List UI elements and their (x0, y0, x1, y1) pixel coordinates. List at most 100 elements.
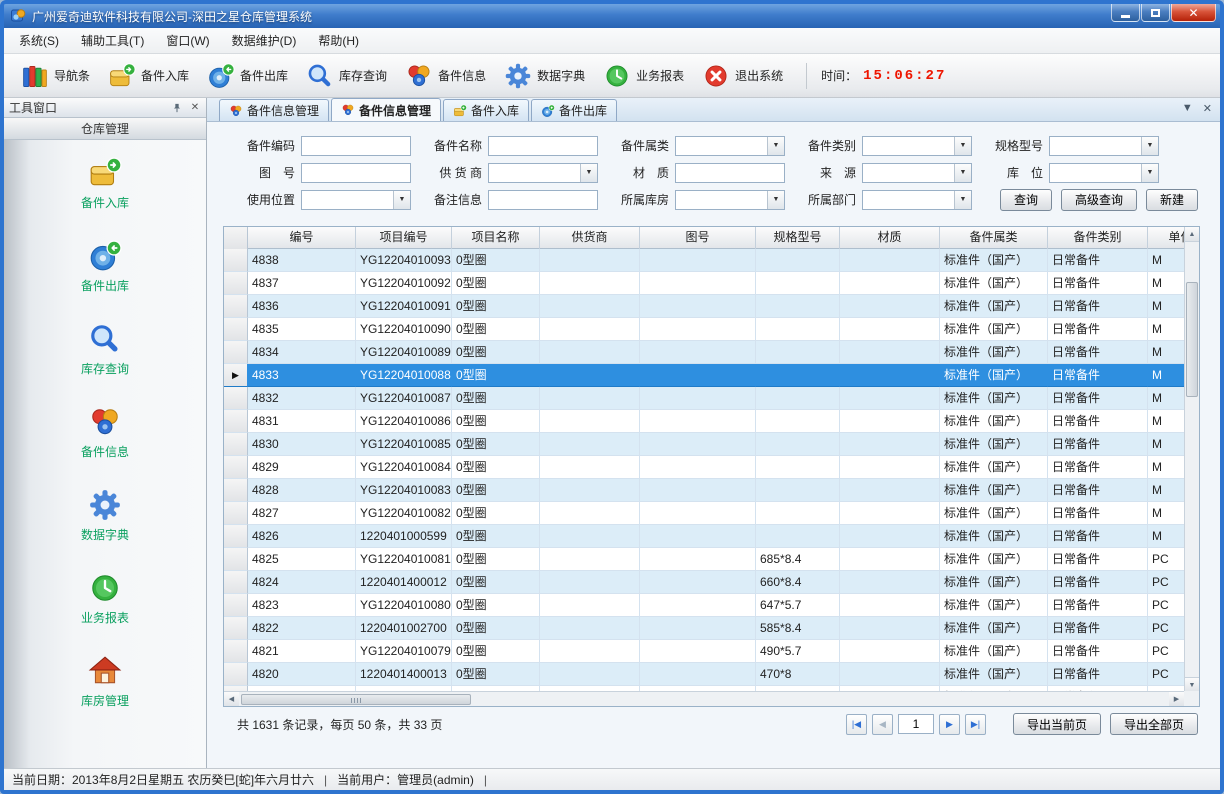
tab-3[interactable]: 备件出库 (531, 99, 617, 121)
parts-out-button[interactable]: 备件出库 (198, 58, 297, 94)
table-row[interactable]: 4821YG122040100790型圈490*5.7标准件（国产）日常备件PC (224, 640, 1184, 663)
horizontal-scrollbar[interactable]: ◀ ▶ (224, 691, 1184, 706)
scrollbar-down-icon[interactable]: ▼ (1185, 677, 1199, 692)
table-row[interactable]: 4831YG122040100860型圈标准件（国产）日常备件M (224, 410, 1184, 433)
table-row[interactable]: 482412204014000120型圈660*8.4标准件（国产）日常备件PC (224, 571, 1184, 594)
chevron-down-icon[interactable]: ▼ (954, 137, 971, 155)
chevron-down-icon[interactable]: ▼ (767, 191, 784, 209)
tab-0[interactable]: 备件信息管理 (219, 99, 329, 121)
chevron-down-icon[interactable]: ▼ (954, 191, 971, 209)
warehouse-field[interactable]: ▼ (675, 190, 785, 210)
menu-system[interactable]: 系统(S) (8, 28, 70, 53)
menu-data-maintenance[interactable]: 数据维护(D) (221, 28, 308, 53)
table-row[interactable]: 4834YG122040100890型圈标准件（国产）日常备件M (224, 341, 1184, 364)
tab-1[interactable]: 备件信息管理 (331, 98, 441, 121)
table-row[interactable]: 4835YG122040100900型圈标准件（国产）日常备件M (224, 318, 1184, 341)
advanced-query-button[interactable]: 高级查询 (1061, 189, 1137, 211)
sidebar-close-icon[interactable]: ✕ (189, 102, 201, 114)
sidebar-item-report[interactable]: 业务报表 (81, 571, 129, 626)
chevron-down-icon[interactable]: ▼ (580, 164, 597, 182)
column-header[interactable]: 单位 (1148, 227, 1184, 249)
column-header[interactable]: 编号 (248, 227, 356, 249)
parts-info-button[interactable]: 备件信息 (396, 58, 495, 94)
table-row[interactable]: 482012204014000130型圈470*8标准件（国产）日常备件PC (224, 663, 1184, 686)
column-header[interactable]: 项目编号 (356, 227, 452, 249)
scrollbar-right-icon[interactable]: ▶ (1169, 692, 1184, 706)
column-header[interactable]: 供货商 (540, 227, 640, 249)
page-number-input[interactable] (898, 714, 934, 734)
minimize-button[interactable] (1111, 4, 1140, 22)
column-header[interactable]: 项目名称 (452, 227, 540, 249)
next-page-button[interactable]: ▶ (939, 714, 960, 735)
column-header[interactable]: 备件属类 (940, 227, 1048, 249)
chevron-down-icon[interactable]: ▼ (954, 164, 971, 182)
chevron-down-icon[interactable]: ▼ (393, 191, 410, 209)
part-name-field[interactable] (488, 136, 598, 156)
column-header[interactable]: 材质 (840, 227, 940, 249)
new-button[interactable]: 新建 (1146, 189, 1198, 211)
vertical-scrollbar[interactable]: ▲ ▼ (1184, 227, 1199, 692)
sidebar-item-warehouse[interactable]: 库房管理 (81, 654, 129, 709)
supplier-field[interactable]: ▼ (488, 163, 598, 183)
prev-page-button[interactable]: ◀ (872, 714, 893, 735)
part-category-field[interactable]: ▼ (675, 136, 785, 156)
table-row[interactable]: 4823YG122040100800型圈647*5.7标准件（国产）日常备件PC (224, 594, 1184, 617)
sidebar-item-parts-info[interactable]: 备件信息 (81, 405, 129, 460)
column-header[interactable]: 规格型号 (756, 227, 840, 249)
navbar-button[interactable]: 导航条 (12, 58, 99, 94)
spec-model-field[interactable]: ▼ (1049, 136, 1159, 156)
data-dict-button[interactable]: 数据字典 (495, 58, 594, 94)
drawing-no-field[interactable] (301, 163, 411, 183)
stock-query-button[interactable]: 库存查询 (297, 58, 396, 94)
menu-help[interactable]: 帮助(H) (307, 28, 370, 53)
department-field[interactable]: ▼ (862, 190, 972, 210)
pin-icon[interactable] (171, 102, 183, 114)
table-row[interactable]: 4828YG122040100830型圈标准件（国产）日常备件M (224, 479, 1184, 502)
export-current-page-button[interactable]: 导出当前页 (1013, 713, 1101, 735)
sidebar-item-stock-query[interactable]: 库存查询 (81, 322, 129, 377)
vertical-scroll-thumb[interactable] (1186, 282, 1198, 397)
sidebar-item-parts-out[interactable]: 备件出库 (81, 239, 129, 294)
sidebar-item-parts-in[interactable]: 备件入库 (81, 156, 129, 211)
close-button[interactable]: ✕ (1171, 4, 1216, 22)
table-row[interactable]: 4837YG122040100920型圈标准件（国产）日常备件M (224, 272, 1184, 295)
table-row[interactable]: 4827YG122040100820型圈标准件（国产）日常备件M (224, 502, 1184, 525)
table-row[interactable]: 4836YG122040100910型圈标准件（国产）日常备件M (224, 295, 1184, 318)
table-row[interactable]: 4825YG122040100810型圈685*8.4标准件（国产）日常备件PC (224, 548, 1184, 571)
maximize-button[interactable] (1141, 4, 1170, 22)
scrollbar-up-icon[interactable]: ▲ (1185, 227, 1199, 242)
scrollbar-left-icon[interactable]: ◀ (224, 692, 239, 706)
report-button[interactable]: 业务报表 (594, 58, 693, 94)
chevron-down-icon[interactable]: ▼ (1141, 164, 1158, 182)
exit-button[interactable]: 退出系统 (693, 58, 792, 94)
table-row[interactable]: 482212204010027000型圈585*8.4标准件（国产）日常备件PC (224, 617, 1184, 640)
table-row[interactable]: 4829YG122040100840型圈标准件（国产）日常备件M (224, 456, 1184, 479)
table-row[interactable]: 4832YG122040100870型圈标准件（国产）日常备件M (224, 387, 1184, 410)
table-row[interactable]: 482612204010005990型圈标准件（国产）日常备件M (224, 525, 1184, 548)
last-page-button[interactable]: ▶| (965, 714, 986, 735)
table-row[interactable]: 4830YG122040100850型圈标准件（国产）日常备件M (224, 433, 1184, 456)
menu-window[interactable]: 窗口(W) (155, 28, 220, 53)
usage-position-field[interactable]: ▼ (301, 190, 411, 210)
parts-in-button[interactable]: 备件入库 (99, 58, 198, 94)
location-field[interactable]: ▼ (1049, 163, 1159, 183)
source-field[interactable]: ▼ (862, 163, 972, 183)
export-all-pages-button[interactable]: 导出全部页 (1110, 713, 1198, 735)
column-header[interactable]: 图号 (640, 227, 756, 249)
table-row[interactable]: ▶4833YG122040100880型圈标准件（国产）日常备件M (224, 364, 1184, 387)
first-page-button[interactable]: |◀ (846, 714, 867, 735)
table-row[interactable]: 4838YG122040100930型圈标准件（国产）日常备件M (224, 249, 1184, 272)
remark-field[interactable] (488, 190, 598, 210)
column-header[interactable]: 备件类别 (1048, 227, 1148, 249)
material-field[interactable] (675, 163, 785, 183)
tab-list-dropdown-icon[interactable]: ▼ (1182, 102, 1193, 115)
part-code-field[interactable] (301, 136, 411, 156)
sidebar-item-data-dict[interactable]: 数据字典 (81, 488, 129, 543)
tab-close-icon[interactable]: ✕ (1203, 102, 1212, 115)
part-class-field[interactable]: ▼ (862, 136, 972, 156)
query-button[interactable]: 查询 (1000, 189, 1052, 211)
tab-2[interactable]: 备件入库 (443, 99, 529, 121)
menu-aux-tools[interactable]: 辅助工具(T) (70, 28, 155, 53)
chevron-down-icon[interactable]: ▼ (1141, 137, 1158, 155)
chevron-down-icon[interactable]: ▼ (767, 137, 784, 155)
